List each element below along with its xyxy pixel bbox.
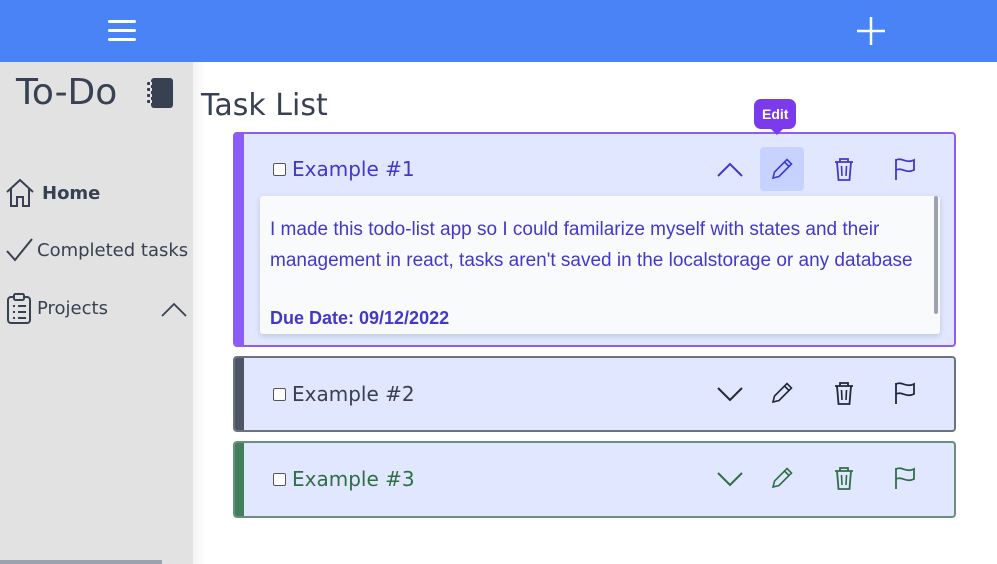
flag-icon — [895, 467, 915, 489]
task-card: Example #1 I made this todo-list app so … — [233, 132, 956, 347]
horizontal-scrollbar[interactable] — [0, 560, 162, 564]
notebook-icon — [147, 78, 173, 108]
chevron-down-icon — [717, 472, 743, 487]
edit-button[interactable] — [762, 373, 802, 413]
task-color-stripe — [235, 443, 244, 516]
delete-button[interactable] — [824, 373, 864, 413]
tooltip-label: Edit — [762, 106, 789, 122]
delete-button[interactable] — [824, 458, 864, 498]
chevron-up-icon[interactable] — [160, 298, 188, 322]
expand-button[interactable] — [710, 374, 750, 414]
task-checkbox[interactable] — [273, 163, 286, 176]
flag-button[interactable] — [885, 458, 925, 498]
flag-icon — [895, 158, 915, 180]
pencil-icon — [771, 467, 793, 489]
task-name: Example #3 — [292, 467, 415, 491]
trash-icon — [835, 467, 853, 490]
task-card: Example #3 — [233, 441, 956, 518]
flag-button[interactable] — [885, 373, 925, 413]
collapse-button[interactable] — [710, 150, 750, 190]
clipboard-icon — [7, 293, 31, 324]
plus-icon — [857, 17, 885, 45]
flag-button[interactable] — [885, 149, 925, 189]
pencil-icon — [771, 158, 793, 180]
edit-button[interactable] — [760, 147, 804, 191]
sidebar-item-home[interactable]: Home — [4, 177, 100, 209]
sidebar-item-label: Completed tasks — [37, 239, 189, 261]
pencil-icon — [771, 382, 793, 404]
task-name: Example #1 — [292, 157, 415, 181]
sidebar-item-label: Projects — [37, 297, 108, 319]
chevron-down-icon — [717, 387, 743, 402]
task-name: Example #2 — [292, 382, 415, 406]
edit-tooltip: Edit — [754, 99, 797, 135]
flag-icon — [895, 382, 915, 404]
home-icon — [6, 178, 34, 207]
details-scrollbar[interactable] — [934, 196, 938, 314]
add-task-button[interactable] — [854, 14, 888, 48]
checkmark-icon — [6, 238, 33, 262]
task-color-stripe — [235, 134, 244, 345]
app-title: To-Do — [16, 72, 118, 113]
top-bar — [0, 0, 997, 62]
main-content: Task List Example #1 I made this todo-li… — [193, 62, 997, 564]
task-color-stripe — [235, 358, 244, 430]
task-checkbox[interactable] — [273, 388, 286, 401]
task-description: I made this todo-list app so I could fam… — [270, 219, 913, 271]
task-details: I made this todo-list app so I could fam… — [260, 196, 940, 334]
page-title: Task List — [201, 88, 328, 123]
expand-button[interactable] — [710, 459, 750, 499]
hamburger-menu-icon[interactable] — [104, 16, 140, 46]
sidebar-item-label: Home — [42, 182, 101, 204]
delete-button[interactable] — [824, 149, 864, 189]
chevron-up-icon — [717, 162, 743, 177]
sidebar: To-Do Home Completed tasks Projects — [0, 62, 193, 564]
task-card: Example #2 — [233, 356, 956, 432]
edit-button[interactable] — [762, 458, 802, 498]
sidebar-item-projects[interactable]: Projects — [4, 292, 108, 324]
trash-icon — [835, 382, 853, 405]
task-due-date: Due Date: 09/12/2022 — [270, 308, 450, 328]
trash-icon — [835, 158, 853, 181]
sidebar-item-completed-tasks[interactable]: Completed tasks — [4, 234, 188, 266]
task-checkbox[interactable] — [273, 473, 286, 486]
